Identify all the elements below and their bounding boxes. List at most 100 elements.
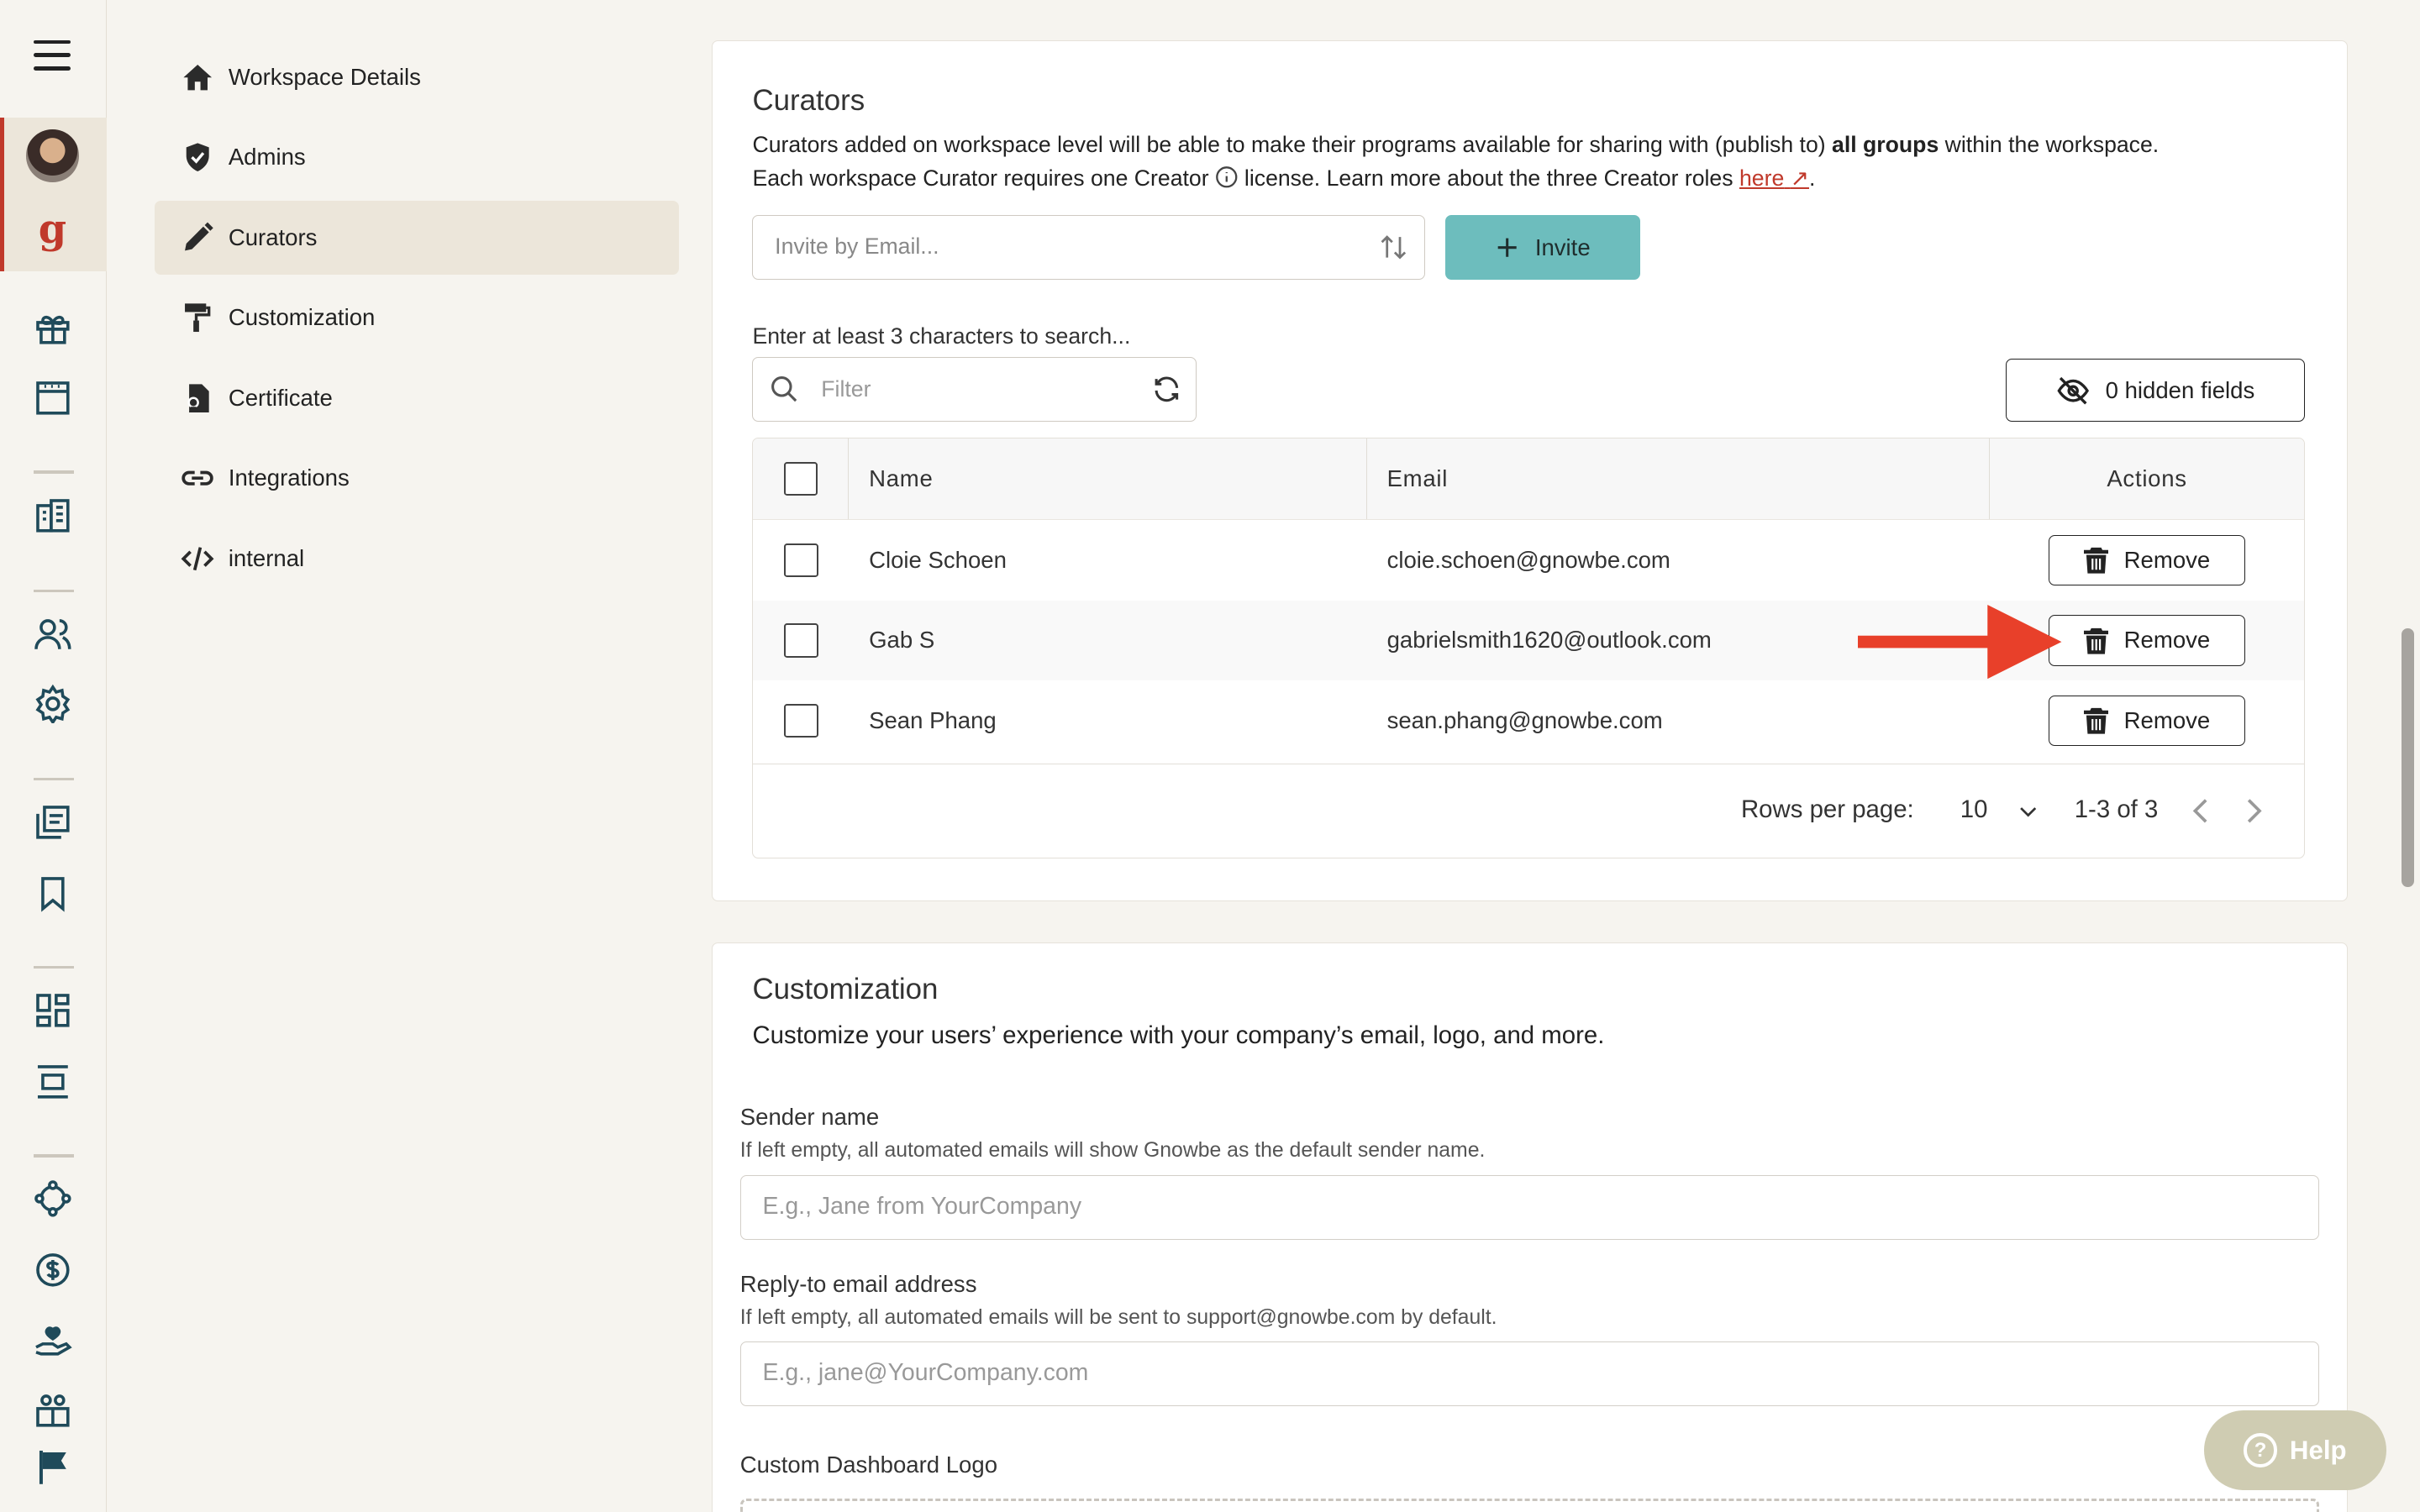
building-icon[interactable]	[33, 496, 73, 536]
annotation-arrow	[1858, 604, 2062, 680]
subnav-item-label: Integrations	[228, 465, 350, 491]
pagination-range: 1-3 of 3	[2074, 795, 2159, 823]
gift-icon[interactable]	[33, 307, 73, 348]
header-email[interactable]: Email	[1367, 438, 1990, 520]
subnav-item-label: Customization	[228, 304, 376, 331]
remove-button[interactable]: Remove	[2049, 615, 2245, 666]
left-rail: g	[0, 0, 107, 1512]
flag-icon[interactable]	[33, 1447, 73, 1488]
remove-label: Remove	[2123, 546, 2211, 573]
curators-table: Name Email Actions Cloie Schoen cloie.sc…	[752, 437, 2306, 859]
calendar-board-icon[interactable]	[33, 378, 73, 418]
chevron-right-icon[interactable]	[2241, 795, 2265, 827]
remove-button[interactable]: Remove	[2049, 695, 2245, 747]
scrollbar-thumb[interactable]	[2401, 627, 2414, 888]
subnav-item-curators[interactable]: Curators	[154, 200, 680, 275]
user-avatar[interactable]	[26, 129, 79, 182]
curators-title: Curators	[752, 84, 865, 118]
subnav-item-label: Admins	[228, 144, 306, 171]
reply-to-label: Reply-to email address	[739, 1270, 977, 1297]
subnav-item-label: internal	[228, 544, 305, 571]
curators-description: Curators added on workspace level will b…	[752, 128, 2311, 196]
link-icon	[179, 459, 216, 496]
users-icon[interactable]	[33, 614, 73, 654]
reply-to-input[interactable]: E.g., jane@YourCompany.com	[739, 1341, 2319, 1407]
chevron-down-icon[interactable]	[2016, 799, 2040, 823]
hidden-fields-button[interactable]: 0 hidden fields	[2005, 359, 2306, 423]
dollar-icon[interactable]	[33, 1250, 73, 1290]
network-icon[interactable]	[33, 1179, 73, 1219]
rail-divider	[34, 1153, 75, 1158]
layout-icon[interactable]	[33, 1062, 73, 1102]
eye-slash-icon	[2057, 376, 2089, 405]
cell-name: Gab S	[869, 627, 935, 654]
subnav-item-label: Certificate	[228, 384, 333, 411]
header-actions: Actions	[2107, 465, 2187, 491]
subnav-item-integrations[interactable]: Integrations	[155, 441, 679, 515]
row-checkbox[interactable]	[784, 703, 818, 738]
refresh-icon[interactable]	[1151, 374, 1182, 405]
customization-title: Customization	[752, 973, 939, 1006]
cell-name: Sean Phang	[869, 706, 997, 733]
code-icon	[179, 540, 216, 577]
filter-input[interactable]: Filter	[752, 357, 1197, 423]
table-row: Gab S gabrielsmith1620@outlook.com Remov…	[753, 600, 2305, 681]
sender-name-input[interactable]: E.g., Jane from YourCompany	[739, 1174, 2319, 1240]
rail-divider	[34, 589, 75, 593]
table-pagination: Rows per page: 10 1-3 of 3	[753, 764, 2305, 858]
logo-dropzone[interactable]	[739, 1499, 2319, 1512]
remove-button[interactable]: Remove	[2049, 534, 2245, 586]
subnav-item-customization[interactable]: Customization	[155, 281, 679, 354]
shield-check-icon	[179, 139, 216, 176]
header-name[interactable]: Name	[849, 438, 1367, 520]
chevron-left-icon[interactable]	[2189, 795, 2213, 827]
invite-button[interactable]: Invite	[1445, 215, 1640, 281]
customization-card: Customization Customize your users’ expe…	[711, 942, 2348, 1512]
desc-text: license. Learn more about the three Crea…	[1238, 165, 1739, 191]
rail-divider	[34, 965, 75, 969]
cell-email: cloie.schoen@gnowbe.com	[1386, 546, 1670, 573]
rail-divider	[34, 470, 75, 474]
table-row: Sean Phang sean.phang@gnowbe.com Remove	[753, 680, 2304, 761]
select-all-checkbox[interactable]	[783, 461, 818, 496]
help-button[interactable]: ? Help	[2203, 1410, 2386, 1491]
help-label: Help	[2289, 1435, 2347, 1465]
row-checkbox[interactable]	[784, 543, 818, 578]
rows-per-page-label: Rows per page:	[1740, 795, 1914, 823]
learn-more-link[interactable]: here ↗	[1739, 165, 1809, 191]
gnowbe-logo-icon[interactable]: g	[34, 207, 71, 253]
table-row: Cloie Schoen cloie.schoen@gnowbe.com Rem…	[753, 520, 2304, 601]
invite-placeholder: Invite by Email...	[775, 234, 939, 260]
desc-text: Each workspace Curator requires one Crea…	[752, 165, 1215, 191]
reply-to-placeholder: E.g., jane@YourCompany.com	[762, 1359, 1089, 1387]
trash-icon	[2083, 627, 2109, 654]
dashboard-grid-icon[interactable]	[33, 990, 73, 1031]
gear-icon[interactable]	[33, 684, 73, 724]
subnav-item-certificate[interactable]: Certificate	[155, 361, 679, 435]
hidden-fields-label: 0 hidden fields	[2105, 376, 2255, 403]
sender-name-label: Sender name	[739, 1104, 880, 1131]
remove-label: Remove	[2123, 706, 2211, 733]
subnav-item-workspace-details[interactable]: Workspace Details	[155, 40, 679, 114]
heart-hand-icon[interactable]	[33, 1320, 73, 1361]
subnav-item-internal[interactable]: internal	[155, 522, 679, 596]
rows-per-page-select[interactable]: 10	[1960, 795, 1988, 824]
desc-text: Curators added on workspace level will b…	[752, 131, 1833, 157]
hamburger-menu-icon[interactable]	[34, 39, 71, 77]
info-icon[interactable]	[1215, 165, 1239, 189]
subnav-item-admins[interactable]: Admins	[155, 120, 679, 194]
customization-description: Customize your users’ experience with yo…	[752, 1021, 1605, 1050]
bookmark-icon[interactable]	[33, 874, 73, 914]
custom-logo-label: Custom Dashboard Logo	[739, 1451, 998, 1478]
subnav-item-label: Workspace Details	[228, 63, 421, 90]
library-icon[interactable]	[33, 802, 73, 843]
filter-placeholder: Filter	[821, 376, 871, 402]
header-checkbox-cell	[753, 438, 850, 520]
row-checkbox[interactable]	[784, 623, 818, 658]
invite-email-input[interactable]: Invite by Email...	[752, 215, 1426, 281]
pencil-icon	[179, 219, 216, 256]
trash-icon	[2083, 708, 2109, 735]
desc-bold: all groups	[1832, 131, 1939, 157]
home-icon	[179, 59, 216, 96]
people-box-icon[interactable]	[33, 1390, 73, 1431]
